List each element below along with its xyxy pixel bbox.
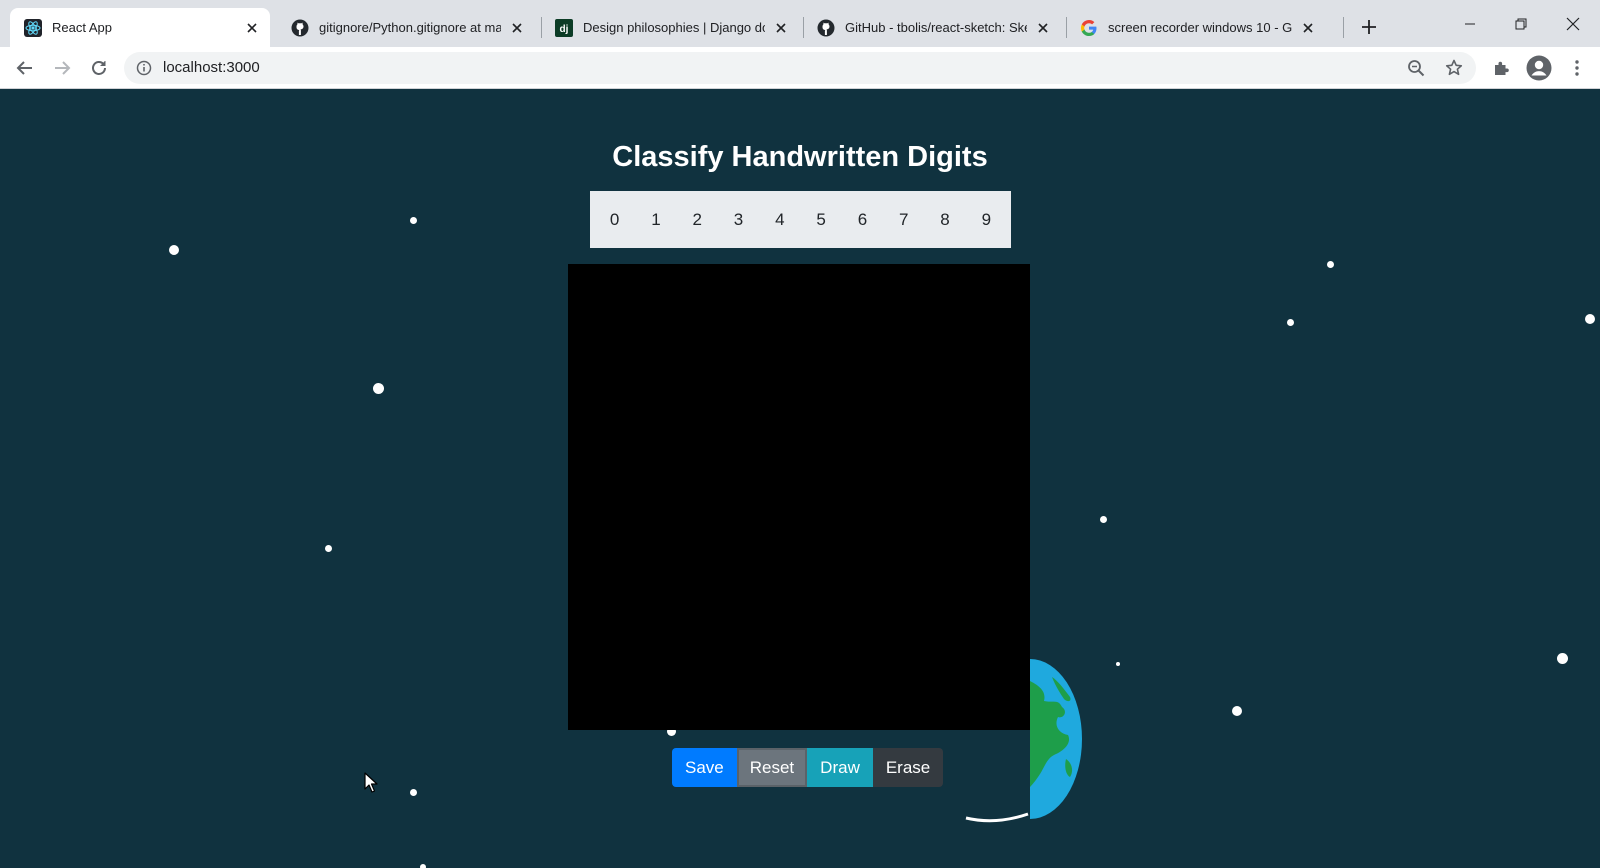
planet-arc-decoration (962, 724, 1032, 824)
digit-label: 5 (816, 209, 826, 229)
star-dot (410, 217, 417, 224)
digit-label: 2 (692, 209, 702, 229)
zoom-icon[interactable] (1406, 58, 1426, 78)
profile-avatar-icon[interactable] (1524, 53, 1554, 83)
digit-label: 3 (733, 209, 744, 229)
star-dot (1327, 261, 1334, 268)
close-tab-icon[interactable] (773, 20, 789, 36)
address-bar[interactable]: localhost:3000 (124, 52, 1476, 84)
star-dot (373, 383, 384, 394)
tab-gitignore[interactable]: gitignore/Python.gitignore at mast (277, 8, 535, 47)
digit-label: 9 (981, 209, 992, 229)
github-icon (291, 19, 309, 37)
digit-label: 7 (898, 209, 909, 229)
star-dot (1287, 319, 1294, 326)
tab-title: screen recorder windows 10 - Goo (1108, 20, 1292, 35)
earth-globe-icon (1028, 659, 1083, 819)
digit-label: 0 (609, 209, 620, 229)
page-title: Classify Handwritten Digits (612, 141, 988, 173)
digit-label: 6 (857, 209, 868, 229)
digit-prediction-bar: 0 1 2 3 4 5 6 7 8 9 (590, 191, 1011, 248)
star-dot (169, 245, 179, 255)
star-dot (1557, 653, 1568, 664)
github-icon (817, 19, 835, 37)
django-icon: dj (555, 18, 573, 37)
close-tab-icon[interactable] (1300, 20, 1316, 36)
close-tab-icon[interactable] (509, 20, 525, 36)
mouse-pointer-icon (364, 772, 380, 794)
tab-title: Design philosophies | Django docu (583, 20, 765, 35)
action-button-group: Save Reset Draw Erase (672, 748, 944, 787)
tab-divider (1343, 17, 1344, 38)
react-icon (24, 18, 42, 37)
star-dot (420, 864, 426, 868)
tab-google-search[interactable]: screen recorder windows 10 - Goo (1066, 8, 1326, 47)
star-dot (1100, 516, 1107, 523)
tab-title: React App (52, 20, 112, 35)
drawing-canvas[interactable] (568, 264, 1030, 730)
minimize-icon[interactable] (1447, 4, 1493, 44)
browser-toolbar: localhost:3000 (0, 47, 1600, 89)
new-tab-plus-icon[interactable] (1356, 14, 1382, 40)
reload-icon[interactable] (84, 53, 114, 83)
extensions-puzzle-icon[interactable] (1486, 53, 1516, 83)
star-dot (1116, 662, 1120, 666)
menu-kebab-icon[interactable] (1562, 53, 1592, 83)
tab-strip: React App gitignore/Python.gitignore at … (0, 0, 1600, 47)
close-tab-icon[interactable] (244, 20, 260, 36)
restore-icon[interactable] (1498, 4, 1544, 44)
forward-arrow-icon[interactable] (47, 53, 77, 83)
back-arrow-icon[interactable] (10, 53, 40, 83)
tab-title: gitignore/Python.gitignore at mast (319, 20, 501, 35)
address-text: localhost:3000 (163, 59, 260, 76)
digit-label: 8 (940, 209, 950, 229)
draw-button[interactable]: Draw (807, 748, 873, 787)
save-button[interactable]: Save (672, 748, 737, 787)
digit-label: 1 (651, 209, 661, 229)
star-dot (325, 545, 332, 552)
bookmark-star-icon[interactable] (1444, 58, 1464, 78)
erase-button[interactable]: Erase (872, 748, 944, 787)
tab-react-sketch[interactable]: GitHub - tbolis/react-sketch: Sketc (803, 8, 1061, 47)
tab-django-docs[interactable]: dj Design philosophies | Django docu (541, 8, 799, 47)
svg-text:dj: dj (560, 24, 569, 35)
star-dot (410, 789, 417, 796)
tab-title: GitHub - tbolis/react-sketch: Sketc (845, 20, 1027, 35)
star-dot (1232, 706, 1242, 716)
info-icon[interactable] (136, 60, 152, 76)
star-dot (1585, 314, 1595, 324)
google-icon (1080, 19, 1098, 37)
tab-react-app[interactable]: React App (10, 8, 270, 47)
close-window-icon[interactable] (1550, 4, 1596, 44)
app-page: Classify Handwritten Digits 0 1 2 3 4 5 … (0, 89, 1600, 868)
reset-button[interactable]: Reset (736, 748, 808, 787)
digit-label: 4 (775, 209, 785, 229)
close-tab-icon[interactable] (1035, 20, 1051, 36)
